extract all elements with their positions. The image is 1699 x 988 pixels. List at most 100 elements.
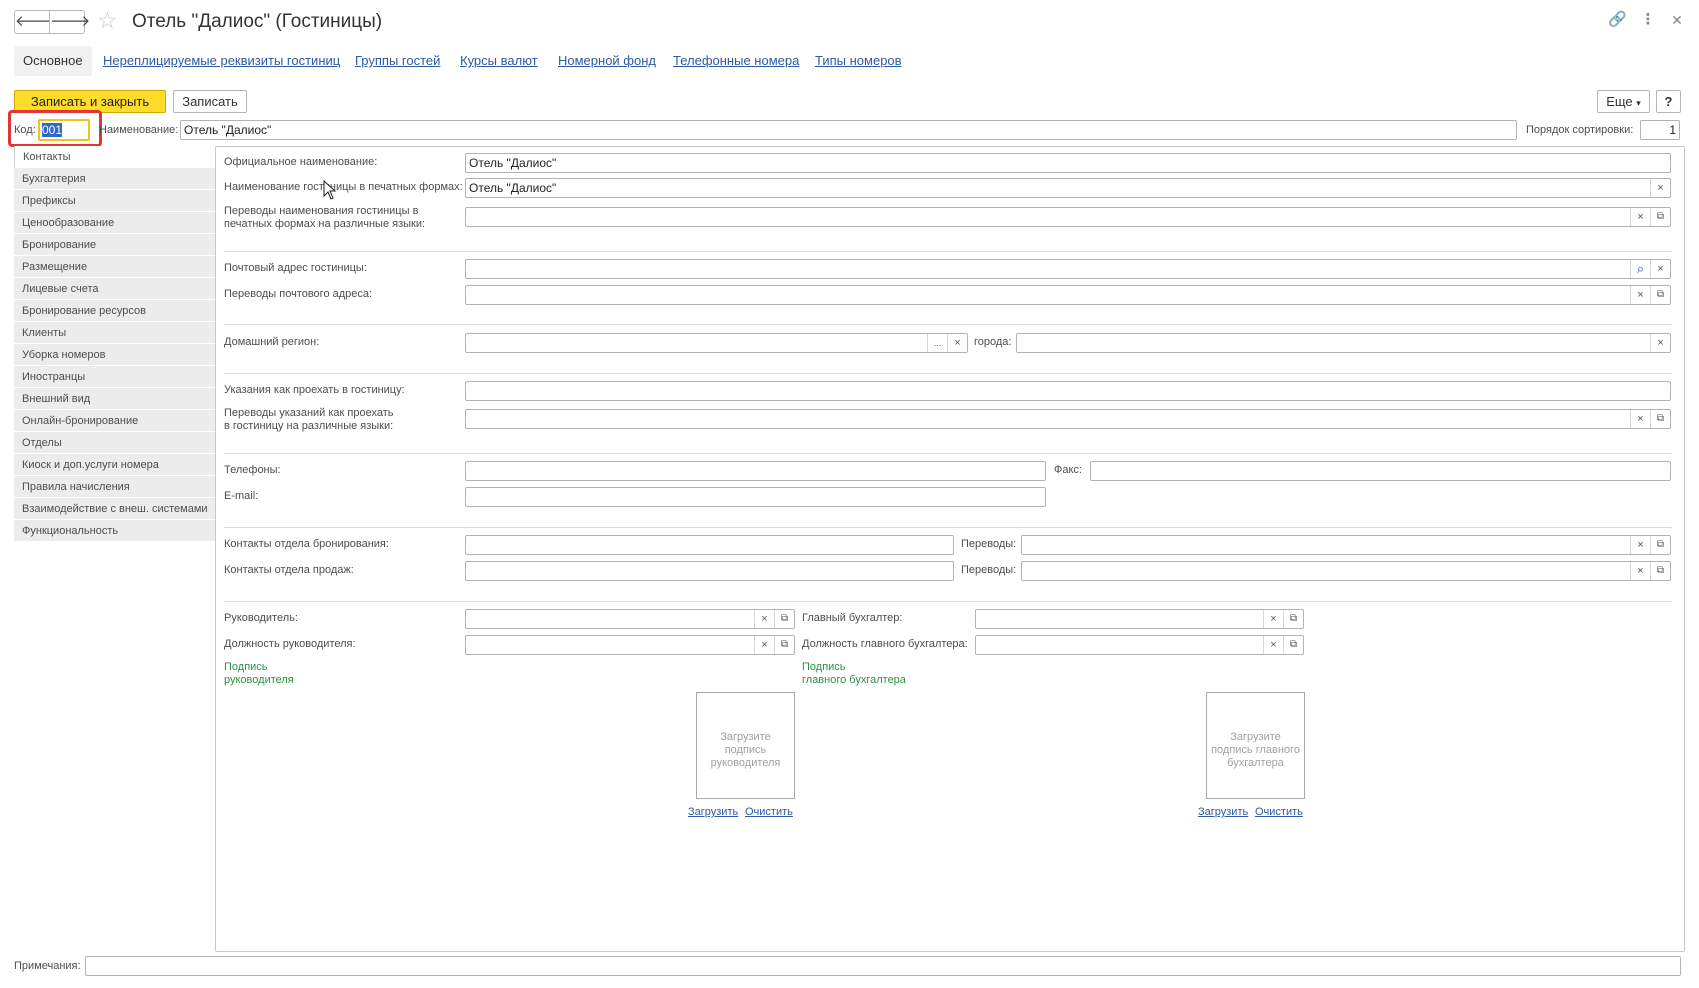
chief-accountant-label: Главный бухгалтер: <box>802 612 903 624</box>
accountant-signature-label-line1: Подпись <box>802 661 846 673</box>
open-icon[interactable]: ⧉ <box>1283 636 1303 654</box>
fax-input[interactable] <box>1090 461 1671 481</box>
menu-item-clients[interactable]: Клиенты <box>14 322 215 344</box>
forward-button[interactable]: 🡒 <box>49 10 90 34</box>
accountant-upload-link[interactable]: Загрузить <box>1198 806 1248 818</box>
mouse-cursor-icon <box>323 180 337 200</box>
director-input[interactable]: × ⧉ <box>465 609 795 629</box>
clear-icon[interactable]: × <box>1650 334 1670 352</box>
name-input[interactable]: Отель "Далиос" <box>180 120 1517 140</box>
clear-icon[interactable]: × <box>1263 636 1283 654</box>
sales-contacts-input[interactable] <box>465 561 954 581</box>
clear-icon[interactable]: × <box>1263 610 1283 628</box>
menu-item-prefixes[interactable]: Префиксы <box>14 190 215 212</box>
tab-room-types[interactable]: Типы номеров <box>815 46 902 76</box>
booking-contacts-input[interactable] <box>465 535 954 555</box>
open-icon[interactable]: ⧉ <box>1283 610 1303 628</box>
menu-item-resource-booking[interactable]: Бронирование ресурсов <box>14 300 215 322</box>
menu-item-functionality[interactable]: Функциональность <box>14 520 215 542</box>
clear-icon[interactable]: × <box>1650 260 1670 278</box>
help-button[interactable]: ? <box>1656 90 1681 113</box>
clear-icon[interactable]: × <box>947 334 967 352</box>
menu-item-contacts[interactable]: Контакты <box>14 146 215 168</box>
director-clear-link[interactable]: Очистить <box>745 806 793 818</box>
open-icon[interactable]: ⧉ <box>1650 286 1670 304</box>
official-name-input[interactable]: Отель "Далиос" <box>465 153 1671 173</box>
accountant-clear-link[interactable]: Очистить <box>1255 806 1303 818</box>
directions-translations-input[interactable]: × ⧉ <box>465 409 1671 429</box>
menu-item-foreigners[interactable]: Иностранцы <box>14 366 215 388</box>
sections-menu: Контакты Бухгалтерия Префиксы Ценообразо… <box>14 146 215 542</box>
menu-item-accounts[interactable]: Лицевые счета <box>14 278 215 300</box>
accountant-signature-placeholder-line2: подпись главного <box>1211 744 1300 756</box>
menu-item-pricing[interactable]: Ценообразование <box>14 212 215 234</box>
open-icon[interactable]: ⧉ <box>774 610 794 628</box>
menu-item-accommodation[interactable]: Размещение <box>14 256 215 278</box>
menu-item-appearance[interactable]: Внешний вид <box>14 388 215 410</box>
accountant-signature-image[interactable]: Загрузите подпись главного бухгалтера <box>1206 692 1305 799</box>
menu-item-kiosk[interactable]: Киоск и доп.услуги номера <box>14 454 215 476</box>
back-button[interactable]: 🡐 <box>14 10 55 34</box>
clear-icon[interactable]: × <box>1630 410 1650 428</box>
postal-address-input[interactable]: ⌕ × <box>465 259 1671 279</box>
clear-icon[interactable]: × <box>754 610 774 628</box>
tab-nonreplicated-props[interactable]: Нереплицируемые реквизиты гостиниц <box>103 46 340 76</box>
clear-icon[interactable]: × <box>1630 286 1650 304</box>
directions-translations-label: Переводы указаний как проехать в гостиниц… <box>224 407 394 433</box>
director-upload-link[interactable]: Загрузить <box>688 806 738 818</box>
director-position-input[interactable]: × ⧉ <box>465 635 795 655</box>
tab-room-stock[interactable]: Номерной фонд <box>558 46 656 76</box>
search-icon[interactable]: ⌕ <box>1630 260 1650 278</box>
city-input[interactable]: × <box>1016 333 1671 353</box>
open-icon[interactable]: ⧉ <box>1650 562 1670 580</box>
menu-item-departments[interactable]: Отделы <box>14 432 215 454</box>
chief-accountant-position-input[interactable]: × ⧉ <box>975 635 1304 655</box>
menu-item-charge-rules[interactable]: Правила начисления <box>14 476 215 498</box>
more-button[interactable]: Еще ▾ <box>1597 90 1650 113</box>
sort-order-input[interactable]: 1 <box>1640 120 1680 140</box>
open-icon[interactable]: ⧉ <box>1650 208 1670 226</box>
email-input[interactable] <box>465 487 1046 507</box>
more-vertical-icon[interactable]: ⋮ <box>1639 10 1657 30</box>
tab-currency-rates[interactable]: Курсы валют <box>460 46 538 76</box>
home-region-input[interactable]: ... × <box>465 333 968 353</box>
chief-accountant-input[interactable]: × ⧉ <box>975 609 1304 629</box>
separator <box>224 373 1672 374</box>
notes-input[interactable] <box>85 956 1681 976</box>
menu-item-booking[interactable]: Бронирование <box>14 234 215 256</box>
phones-input[interactable] <box>465 461 1046 481</box>
director-signature-placeholder-line2: подпись <box>724 744 767 756</box>
clear-icon[interactable]: × <box>1630 562 1650 580</box>
clear-icon[interactable]: × <box>1630 536 1650 554</box>
postal-translations-input[interactable]: × ⧉ <box>465 285 1671 305</box>
director-signature-image[interactable]: Загрузите подпись руководителя <box>696 692 795 799</box>
select-button[interactable]: ... <box>927 334 947 352</box>
tab-guest-groups[interactable]: Группы гостей <box>355 46 440 76</box>
menu-item-housekeeping[interactable]: Уборка номеров <box>14 344 215 366</box>
open-icon[interactable]: ⧉ <box>1650 536 1670 554</box>
menu-item-accounting[interactable]: Бухгалтерия <box>14 168 215 190</box>
print-name-translations-input[interactable]: × ⧉ <box>465 207 1671 227</box>
separator <box>224 453 1672 454</box>
directions-input[interactable] <box>465 381 1671 401</box>
print-name-translations-label-line2: печатных формах на различные языки: <box>224 218 426 230</box>
open-icon[interactable]: ⧉ <box>774 636 794 654</box>
link-icon[interactable]: 🔗 <box>1608 10 1627 30</box>
code-input[interactable]: 001 <box>38 119 90 141</box>
save-button[interactable]: Записать <box>173 90 247 113</box>
clear-icon[interactable]: × <box>1650 179 1670 197</box>
tab-phone-numbers[interactable]: Телефонные номера <box>673 46 799 76</box>
booking-translations-input[interactable]: × ⧉ <box>1021 535 1671 555</box>
sales-translations-input[interactable]: × ⧉ <box>1021 561 1671 581</box>
accountant-signature-label: Подпись главного бухгалтера <box>802 661 906 687</box>
print-name-input[interactable]: Отель "Далиос" × <box>465 178 1671 198</box>
star-icon[interactable]: ☆ <box>97 8 118 32</box>
clear-icon[interactable]: × <box>754 636 774 654</box>
director-signature-label-line2: руководителя <box>224 674 294 686</box>
menu-item-external-systems[interactable]: Взаимодействие с внеш. системами <box>14 498 215 520</box>
open-icon[interactable]: ⧉ <box>1650 410 1670 428</box>
close-icon[interactable]: ✕ <box>1668 10 1686 30</box>
clear-icon[interactable]: × <box>1630 208 1650 226</box>
tab-main[interactable]: Основное <box>14 46 92 76</box>
menu-item-online-booking[interactable]: Онлайн-бронирование <box>14 410 215 432</box>
